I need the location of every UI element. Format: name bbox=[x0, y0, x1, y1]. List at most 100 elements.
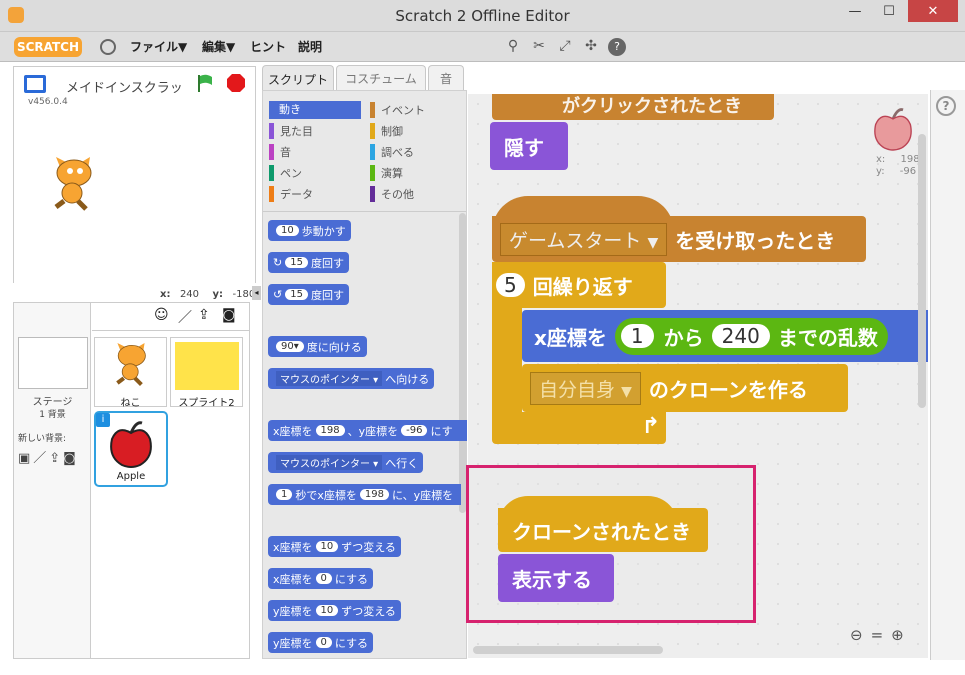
category-label: ペン bbox=[280, 167, 302, 180]
menu-file[interactable]: ファイル▼ bbox=[130, 38, 187, 55]
category-sound[interactable]: 音 bbox=[269, 143, 291, 161]
category-label: 音 bbox=[280, 146, 291, 159]
project-title[interactable]: メイドインスクラッ bbox=[66, 77, 183, 96]
green-flag-icon[interactable] bbox=[196, 73, 216, 93]
new-backdrop-icons[interactable]: ▣／⇪◙ bbox=[18, 447, 79, 466]
number-input[interactable]: 10 bbox=[315, 541, 339, 552]
collapse-stage-icon[interactable]: ◂ bbox=[252, 286, 261, 300]
sprite-tile-apple[interactable]: i Apple bbox=[94, 411, 168, 487]
repeat-footer[interactable]: ↱ bbox=[492, 412, 666, 444]
sprite-tile-sprite2[interactable]: スプライト2 bbox=[170, 337, 243, 409]
number-input[interactable]: -96 bbox=[401, 425, 428, 436]
block-when-flag-clicked[interactable]: がクリックされたとき bbox=[492, 94, 774, 120]
number-input[interactable]: 0 bbox=[315, 637, 332, 648]
duplicate-icon[interactable]: ⚲ bbox=[504, 38, 522, 56]
category-sensing[interactable]: 調べる bbox=[370, 143, 414, 161]
direction-input[interactable]: 90▾ bbox=[276, 341, 304, 352]
tab-sounds[interactable]: 音 bbox=[428, 65, 464, 91]
number-input[interactable]: 0 bbox=[315, 573, 332, 584]
maximize-button[interactable]: ☐ bbox=[874, 0, 904, 22]
block-when-cloned[interactable]: クローンされたとき bbox=[498, 508, 708, 552]
repeat-header[interactable]: 5 回繰り返す bbox=[492, 262, 666, 308]
category-events[interactable]: イベント bbox=[370, 101, 425, 119]
number-input[interactable]: 10 bbox=[276, 225, 299, 236]
stop-icon[interactable] bbox=[226, 73, 246, 93]
repeat-count-input[interactable]: 5 bbox=[496, 273, 525, 297]
palette-scrollbar[interactable] bbox=[459, 213, 466, 513]
block-change-y[interactable]: y座標を 10 ずつ変える bbox=[268, 600, 401, 621]
category-pen[interactable]: ペン bbox=[269, 164, 302, 182]
sprite-tile-cat[interactable]: ねこ bbox=[94, 337, 167, 409]
block-move-steps[interactable]: 10 歩動かす bbox=[268, 220, 351, 241]
number-input[interactable]: 10 bbox=[315, 605, 339, 616]
menu-hint[interactable]: ヒント bbox=[250, 38, 286, 55]
block-hide[interactable]: 隠す bbox=[490, 122, 568, 170]
block-label: 隠す bbox=[504, 135, 544, 160]
category-label: イベント bbox=[381, 104, 425, 117]
tab-costumes[interactable]: コスチューム bbox=[336, 65, 426, 91]
block-pick-random[interactable]: 1 から 240 までの乱数 bbox=[614, 317, 888, 355]
presentation-mode-icon[interactable] bbox=[24, 75, 46, 93]
block-turn-right[interactable]: ↻ 15 度回す bbox=[268, 252, 349, 273]
menu-edit[interactable]: 編集▼ bbox=[202, 38, 235, 55]
globe-icon[interactable] bbox=[100, 39, 116, 55]
category-motion[interactable]: 動き bbox=[269, 101, 361, 119]
sprite-from-library-icon[interactable]: ☺ bbox=[154, 307, 169, 323]
target-dropdown[interactable]: マウスのポインター ▾ bbox=[276, 371, 383, 386]
grow-icon[interactable]: ⤢ bbox=[556, 38, 574, 56]
block-goto-xy[interactable]: x座標を 198 、y座標を -96 にす bbox=[268, 420, 467, 441]
block-create-clone[interactable]: 自分自身 ▼ のクローンを作る bbox=[522, 364, 848, 412]
block-turn-left[interactable]: ↺ 15 度回す bbox=[268, 284, 349, 305]
block-point-direction[interactable]: 90▾ 度に向ける bbox=[268, 336, 367, 357]
scripts-horizontal-scrollbar[interactable] bbox=[473, 646, 663, 654]
stage-canvas[interactable] bbox=[14, 107, 255, 283]
upload-sprite-icon[interactable]: ⇪ bbox=[198, 307, 210, 323]
block-point-towards[interactable]: マウスのポインター ▾ へ向ける bbox=[268, 368, 435, 389]
block-when-receive[interactable]: ゲームスタート ▼ を受け取ったとき bbox=[492, 216, 866, 262]
zoom-reset-icon[interactable]: = bbox=[871, 626, 884, 644]
delete-icon[interactable]: ✂ bbox=[530, 38, 548, 56]
random-to-input[interactable]: 240 bbox=[711, 324, 770, 348]
minimize-button[interactable]: — bbox=[840, 0, 870, 22]
block-set-x[interactable]: x座標を 0 にする bbox=[268, 568, 374, 589]
category-control[interactable]: 制御 bbox=[370, 122, 403, 140]
close-button[interactable]: ✕ bbox=[908, 0, 958, 22]
zoom-in-icon[interactable]: ⊕ bbox=[891, 626, 904, 644]
scratch-logo[interactable]: SCRATCH bbox=[14, 37, 82, 57]
stage-thumbnail[interactable] bbox=[18, 337, 88, 389]
camera-sprite-icon[interactable]: ◙ bbox=[222, 307, 236, 323]
random-from-input[interactable]: 1 bbox=[620, 324, 654, 348]
number-input[interactable]: 198 bbox=[315, 425, 345, 436]
cat-thumbnail bbox=[116, 343, 146, 387]
zoom-controls: ⊖ = ⊕ bbox=[850, 626, 920, 644]
tab-scripts[interactable]: スクリプト bbox=[262, 65, 334, 93]
tips-help-icon[interactable]: ? bbox=[936, 96, 956, 116]
category-data[interactable]: データ bbox=[269, 185, 313, 203]
broadcast-dropdown[interactable]: ゲームスタート ▼ bbox=[500, 222, 668, 256]
block-set-x-random[interactable]: x座標を 1 から 240 までの乱数 bbox=[522, 310, 928, 362]
block-set-y[interactable]: y座標を 0 にする bbox=[268, 632, 374, 653]
shrink-icon[interactable]: ✣ bbox=[582, 38, 600, 56]
category-more[interactable]: その他 bbox=[370, 185, 414, 203]
number-input[interactable]: 198 bbox=[359, 489, 389, 500]
cat-sprite[interactable] bbox=[48, 157, 98, 212]
clone-target-dropdown[interactable]: 自分自身 ▼ bbox=[530, 371, 641, 405]
block-glide[interactable]: 1 秒でx座標を 198 に、y座標を bbox=[268, 484, 461, 505]
number-input[interactable]: 15 bbox=[285, 289, 308, 300]
coord-y-label: y: bbox=[212, 289, 224, 300]
block-goto[interactable]: マウスのポインター ▾ へ行く bbox=[268, 452, 424, 473]
menu-about[interactable]: 説明 bbox=[298, 38, 322, 55]
paint-sprite-icon[interactable]: ／ bbox=[178, 307, 192, 327]
block-label: x座標を bbox=[273, 424, 313, 438]
category-operators[interactable]: 演算 bbox=[370, 164, 403, 182]
target-dropdown[interactable]: マウスのポインター ▾ bbox=[276, 455, 383, 470]
zoom-out-icon[interactable]: ⊖ bbox=[850, 626, 863, 644]
block-label: 度回す bbox=[310, 288, 344, 302]
help-icon[interactable]: ? bbox=[608, 38, 626, 56]
number-input[interactable]: 15 bbox=[285, 257, 308, 268]
category-looks[interactable]: 見た目 bbox=[269, 122, 313, 140]
number-input[interactable]: 1 bbox=[276, 489, 293, 500]
block-show[interactable]: 表示する bbox=[498, 554, 614, 602]
block-change-x[interactable]: x座標を 10 ずつ変える bbox=[268, 536, 401, 557]
scripts-vertical-scrollbar[interactable] bbox=[918, 134, 926, 408]
